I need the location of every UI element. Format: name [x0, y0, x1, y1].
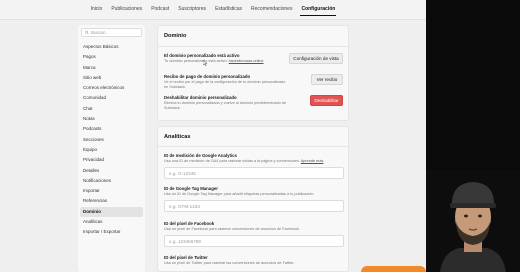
learn-more-link[interactable]: Aprende más: [301, 159, 324, 163]
sidebar-item-dominio[interactable]: Dominio: [80, 206, 143, 218]
custom-domain-active-title: El dominio personalizado está activo: [164, 53, 240, 58]
screen: Inicio Publicaciones Podcast Suscriptore…: [0, 0, 520, 272]
orange-bottom-element: [361, 266, 426, 272]
sidebar-item-privacidad[interactable]: Privacidad: [80, 155, 143, 165]
sidebar-list: Aspectos Básicos Pagos Marca Sitio web C…: [80, 42, 143, 238]
sidebar-item-aspectos-basicos[interactable]: Aspectos Básicos: [80, 42, 143, 52]
settings-sidebar: Aspectos Básicos Pagos Marca Sitio web C…: [78, 25, 145, 272]
search-input[interactable]: [91, 30, 141, 35]
gtm-field[interactable]: [164, 200, 344, 212]
sidebar-item-importar-exportar[interactable]: Importar / Exportar: [80, 227, 143, 237]
sidebar-item-analiticas[interactable]: Analíticas: [80, 217, 143, 227]
sidebar-item-secciones[interactable]: Secciones: [80, 135, 143, 145]
disable-domain-title: Deshabilitar dominio personalizado: [164, 95, 237, 100]
fb-pixel-desc: Usa un píxel de Facebook para rastrear c…: [164, 227, 300, 231]
nav-inicio[interactable]: Inicio: [90, 6, 104, 16]
nav-publicaciones[interactable]: Publicaciones: [110, 6, 143, 16]
nav-podcast[interactable]: Podcast: [150, 6, 170, 16]
twitter-pixel-desc: Usa un píxel de Twitter para rastrear la…: [164, 261, 295, 265]
sidebar-item-pagos[interactable]: Pagos: [80, 52, 143, 62]
sidebar-item-sitio-web[interactable]: Sitio web: [80, 73, 143, 83]
disable-domain-desc: Elimina tu dominio personalizado y vuelv…: [164, 101, 286, 110]
sidebar-item-marca[interactable]: Marca: [80, 63, 143, 73]
ga-desc-text: Usa una ID de medición de GA4 para rastr…: [164, 159, 301, 163]
dominio-panel: Dominio El dominio personalizado está ac…: [157, 25, 349, 121]
sidebar-item-importar[interactable]: Importar: [80, 186, 143, 196]
sidebar-item-detalles[interactable]: Detalles: [80, 166, 143, 176]
sidebar-item-notificaciones[interactable]: Notificaciones: [80, 176, 143, 186]
disable-domain-button[interactable]: Deshabilitar: [310, 95, 343, 106]
mouse-cursor-icon: [203, 60, 207, 66]
ga-desc: Usa una ID de medición de GA4 para rastr…: [164, 159, 348, 164]
gtm-desc: Usa un ID de Google Tag Manager para aña…: [164, 192, 315, 196]
gtm-label: ID de Google Tag Manager: [164, 186, 218, 191]
sidebar-search[interactable]: [81, 28, 142, 37]
divider: [158, 146, 348, 147]
search-icon: [85, 30, 89, 35]
sidebar-item-referencias[interactable]: Referencias: [80, 196, 143, 206]
sidebar-item-chat[interactable]: Chat: [80, 104, 143, 114]
top-navigation: Inicio Publicaciones Podcast Suscriptore…: [0, 0, 426, 20]
custom-domain-link[interactable]: hacerdecosas.online: [229, 59, 264, 63]
sidebar-item-podcasts[interactable]: Podcasts: [80, 124, 143, 134]
analiticas-title: Analíticas: [164, 134, 191, 140]
nav-recomendaciones[interactable]: Recomendaciones: [250, 6, 293, 16]
twitter-pixel-label: ID del píxel de Twitter: [164, 255, 208, 260]
nav-suscriptores[interactable]: Suscriptores: [177, 6, 207, 16]
domain-receipt-desc: Ve el recibo por el pago de la configura…: [164, 80, 286, 89]
ga-input[interactable]: [169, 170, 339, 176]
domain-receipt-title: Recibo de pago de dominio personalizado: [164, 74, 251, 79]
dominio-title: Dominio: [164, 33, 187, 39]
divider: [158, 46, 348, 47]
ga-field[interactable]: [164, 167, 344, 179]
webcam-overlay: [426, 170, 520, 272]
nav-configuracion[interactable]: Configuración: [300, 6, 337, 16]
view-receipt-button[interactable]: Ver recibo: [311, 74, 343, 85]
custom-domain-active-text: Tu dominio personalizado está activo:: [164, 59, 229, 63]
view-settings-button[interactable]: Configuración de vista: [289, 53, 343, 64]
gtm-input[interactable]: [169, 203, 339, 209]
sidebar-item-equipo[interactable]: Equipo: [80, 145, 143, 155]
custom-domain-active-desc: Tu dominio personalizado está activo: ha…: [164, 59, 288, 64]
sidebar-item-correos[interactable]: Correos electrónicos: [80, 83, 143, 93]
fb-pixel-input[interactable]: [169, 238, 339, 244]
nav-estadisticas[interactable]: Estadísticas: [214, 6, 243, 16]
presenter-video: [426, 170, 520, 272]
ga-label: ID de medición de Google Analytics: [164, 153, 237, 158]
sidebar-item-comunidad[interactable]: Comunidad: [80, 93, 143, 103]
settings-app: Inicio Publicaciones Podcast Suscriptore…: [0, 0, 426, 272]
analiticas-panel: Analíticas ID de medición de Google Anal…: [157, 126, 349, 272]
sidebar-item-notas[interactable]: Notas: [80, 114, 143, 124]
fb-pixel-field[interactable]: [164, 235, 344, 247]
fb-pixel-label: ID del píxel de Facebook: [164, 221, 215, 226]
